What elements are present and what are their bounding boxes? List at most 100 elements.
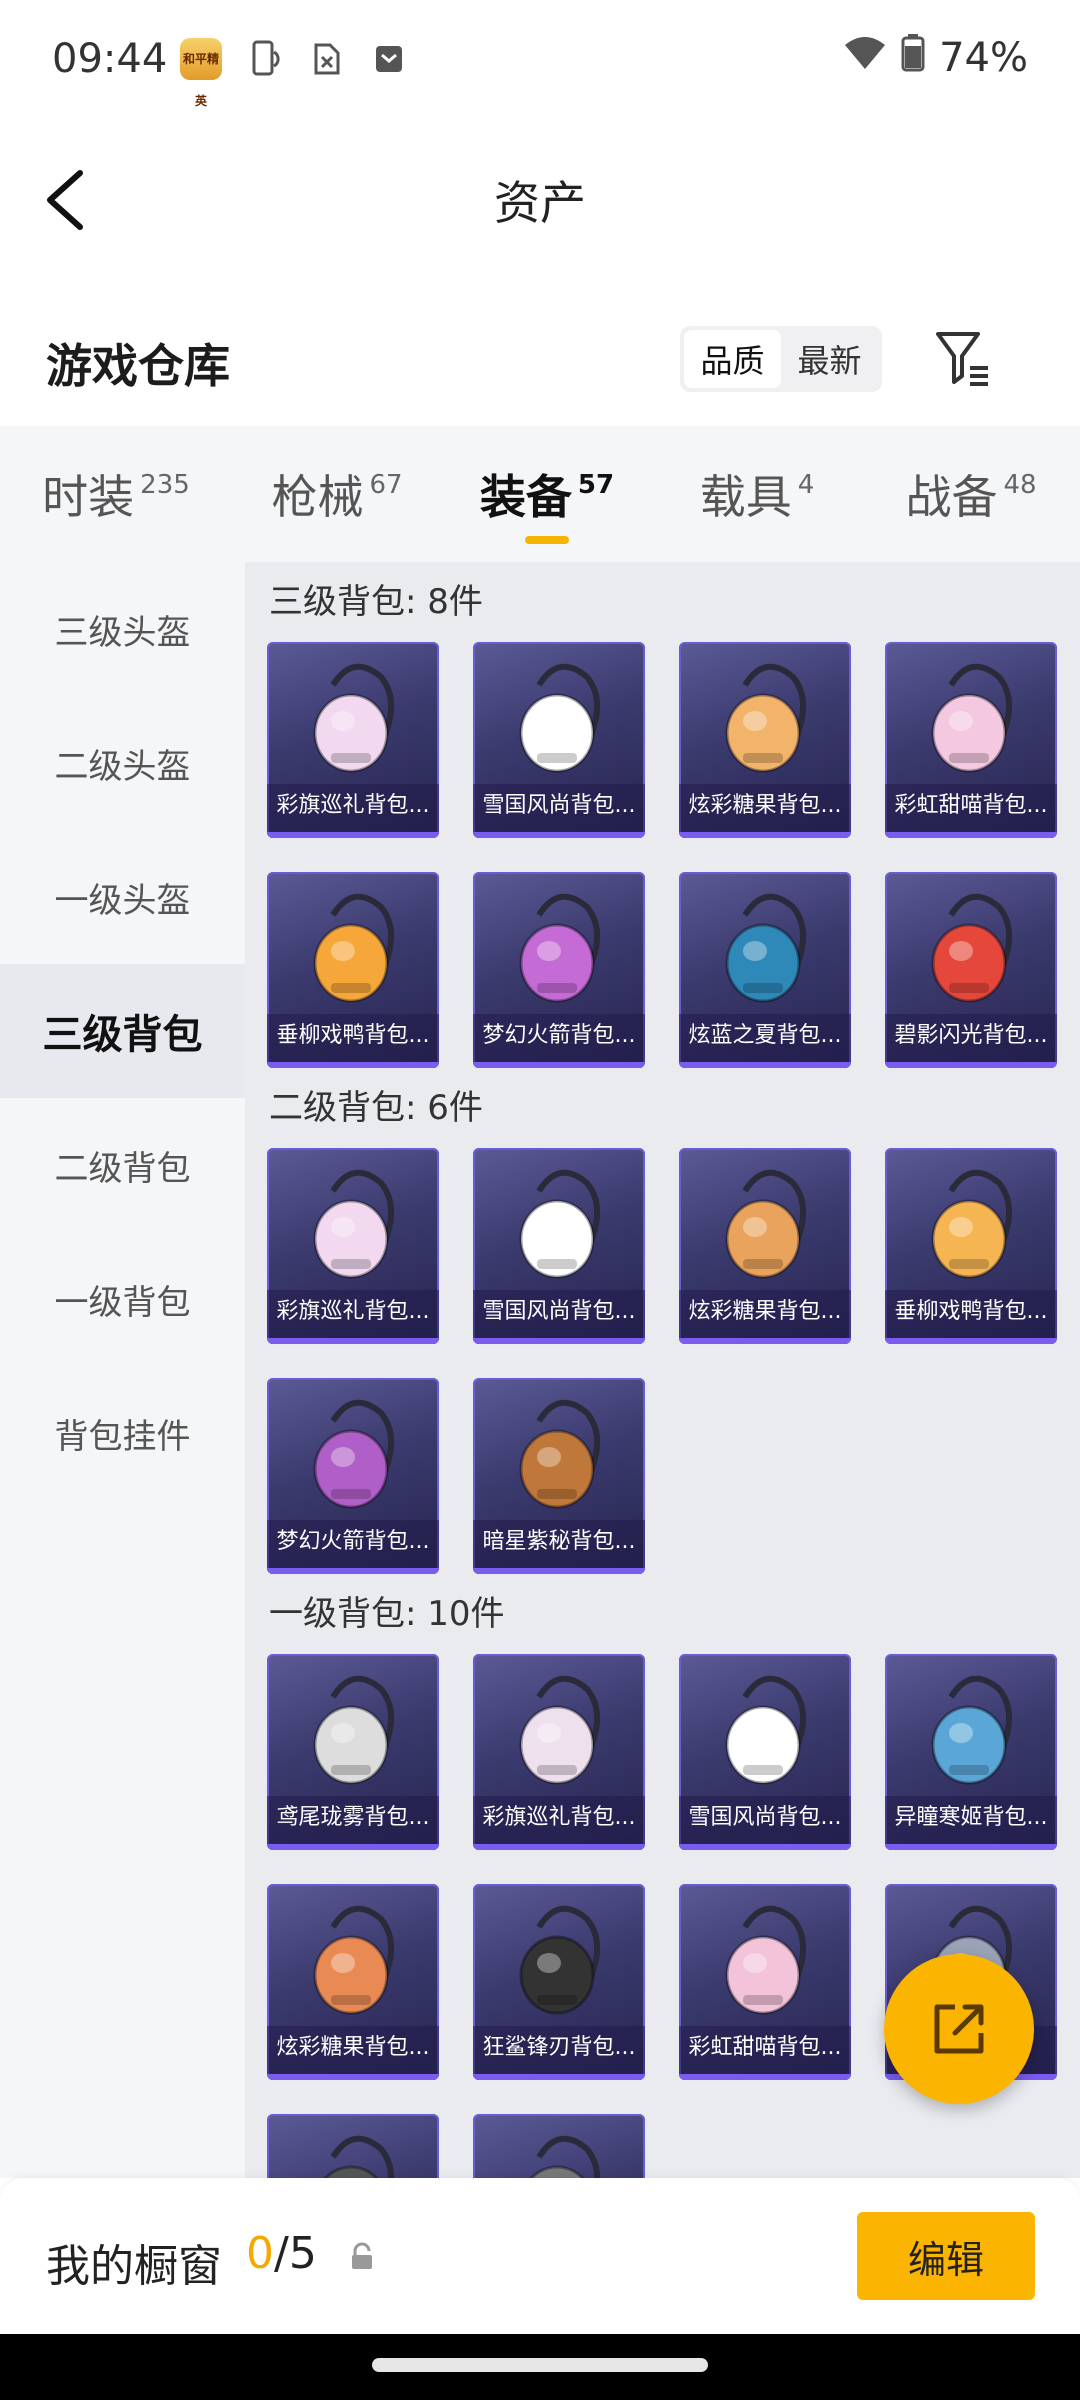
subcategory-sidebar: 三级头盔 二级头盔 一级头盔 三级背包 二级背包 一级背包 背包挂件 [0,562,245,2178]
active-tab-indicator [525,536,569,544]
rocket-backpack-icon [267,1386,439,1526]
item-card[interactable]: 炫蓝之夏背包... [679,872,851,1068]
duck-backpack-icon [267,880,439,1020]
filter-icon [936,332,988,386]
donut-backpack-icon [267,1892,439,2032]
mail-icon [370,40,408,78]
sidebar-item-backpack-3[interactable]: 三级背包 [0,964,245,1098]
item-name: 炫彩糖果背包... [679,1290,851,1344]
rocket-backpack-icon [473,880,645,1020]
tab-count: 235 [140,470,190,500]
tab-label: 载具 [699,470,792,524]
item-card[interactable]: 暗星紫秘背包... [473,1378,645,1574]
item-card[interactable]: 炫彩糖果背包... [679,642,851,838]
tab-count: 48 [1003,470,1037,500]
item-card[interactable]: 异瞳寒姬背包... [885,1654,1057,1850]
item-name: 雪国风尚背包... [473,1290,645,1344]
showcase-used: 0 [246,2228,274,2279]
cat-backpack-icon [885,650,1057,790]
item-card[interactable]: 炫彩糖果背包... [267,1884,439,2080]
sidebar-item-backpack-2[interactable]: 二级背包 [0,1098,245,1232]
gamepad-backpack-icon [885,880,1057,1020]
item-name: 炫彩糖果背包... [679,784,851,838]
item-card[interactable]: 炫彩糖果背包... [679,1148,851,1344]
lock-icon [348,2242,376,2272]
item-grid: 彩旗巡礼背包... 雪国风尚背包... 炫彩糖果背包... 彩虹甜喵背包... 垂柳戏鸭… [267,642,1080,1068]
item-list: 三级背包: 8件 彩旗巡礼背包... 雪国风尚背包... 炫彩糖果背包... 彩虹甜喵背… [245,562,1080,2178]
battery-percent: 74% [939,35,1028,81]
sidebar-item-helmet-2[interactable]: 二级头盔 [0,696,245,830]
item-card[interactable]: 垂柳戏鸭背包... [885,1148,1057,1344]
item-name: 梦幻火箭背包... [473,1014,645,1068]
filter-button[interactable] [932,324,992,390]
item-grid: 彩旗巡礼背包... 雪国风尚背包... 炫彩糖果背包... 垂柳戏鸭背包... 梦幻火箭… [267,1148,1080,1574]
ice-backpack-icon [885,1662,1057,1802]
item-card[interactable]: 梦幻火箭背包... [267,1378,439,1574]
tab-vehicles[interactable]: 载具 4 [652,426,862,562]
section-title: 三级背包: 8件 [269,582,483,622]
share-icon [934,2004,984,2054]
item-name: 彩虹甜喵背包... [885,784,1057,838]
item-name: 彩虹甜喵背包... [679,2026,851,2080]
header: 资产 [0,125,1080,265]
sidebar-item-helmet-3[interactable]: 三级头盔 [0,562,245,696]
no-sim-icon [308,40,346,78]
item-card[interactable] [267,2114,439,2178]
status-notification-icons: 和平精英 [180,38,408,108]
item-card[interactable]: 彩虹甜喵背包... [885,642,1057,838]
item-card[interactable]: 垂柳戏鸭背包... [267,872,439,1068]
item-name: 异瞳寒姬背包... [885,1796,1057,1850]
share-button[interactable] [884,1954,1034,2104]
sidebar-item-backpack-1[interactable]: 一级背包 [0,1232,245,1366]
sidebar-item-backpack-charm[interactable]: 背包挂件 [0,1366,245,1500]
item-card[interactable]: 狂鲨锋刃背包... [473,1884,645,2080]
item-name: 狂鲨锋刃背包... [473,2026,645,2080]
page-title: 资产 [494,176,586,230]
item-card[interactable]: 彩旗巡礼背包... [267,1148,439,1344]
ribbon-backpack-icon [267,1156,439,1296]
item-card[interactable]: 彩旗巡礼背包... [267,642,439,838]
penguin-backpack-icon [473,650,645,790]
system-nav-bar [0,2334,1080,2400]
sort-option-quality[interactable]: 品质 [684,330,781,388]
cat-backpack-icon [679,1892,851,2032]
tab-count: 57 [577,470,615,500]
item-card[interactable]: 雪国风尚背包... [679,1654,851,1850]
section-title: 二级背包: 6件 [269,1088,483,1128]
sort-option-latest[interactable]: 最新 [781,330,878,388]
item-card[interactable]: 碧影闪光背包... [885,872,1057,1068]
showcase-label: 我的橱窗 [46,2241,222,2292]
blue-backpack-icon [679,880,851,1020]
tab-supplies[interactable]: 战备 48 [862,426,1080,562]
status-bar: 09:44 和平精英 74% [0,0,1080,125]
item-card[interactable]: 鸢尾珑雾背包... [267,1654,439,1850]
sort-toggle: 品质 最新 [680,326,882,392]
item-card[interactable] [473,2114,645,2178]
penguin-backpack-icon [473,1156,645,1296]
item-card[interactable]: 彩虹甜喵背包... [679,1884,851,2080]
backpack-icon [267,2122,439,2178]
item-name: 暗星紫秘背包... [473,1520,645,1574]
ribbon-backpack-icon [267,650,439,790]
home-gesture-pill[interactable] [372,2358,708,2372]
tab-label: 战备 [905,470,998,524]
tab-count: 67 [369,470,403,500]
battery-icon [901,34,925,82]
item-card[interactable]: 雪国风尚背包... [473,1148,645,1344]
sidebar-item-helmet-1[interactable]: 一级头盔 [0,830,245,964]
edit-button[interactable]: 编辑 [857,2212,1035,2300]
showcase-bar: 我的橱窗 0/5 编辑 [0,2178,1080,2334]
item-card[interactable]: 雪国风尚背包... [473,642,645,838]
donut-backpack-icon [679,650,851,790]
tab-fashion[interactable]: 时装 235 [0,426,232,562]
tab-label: 枪械 [271,470,364,524]
star-backpack-icon [473,1386,645,1526]
status-time: 09:44 [52,36,168,82]
item-card[interactable]: 梦幻火箭背包... [473,872,645,1068]
tab-firearms[interactable]: 枪械 67 [232,426,442,562]
pouch-backpack-icon [267,1662,439,1802]
item-name: 炫彩糖果背包... [267,2026,439,2080]
tab-equipment[interactable]: 装备 57 [442,426,652,562]
wifi-icon [843,35,887,81]
item-card[interactable]: 彩旗巡礼背包... [473,1654,645,1850]
